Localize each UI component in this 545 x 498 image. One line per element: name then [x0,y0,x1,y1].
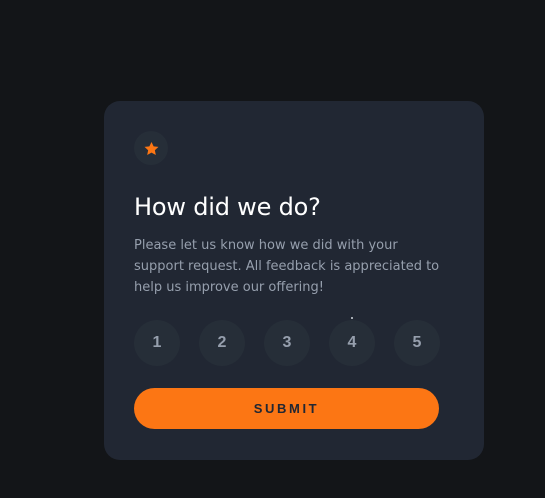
rating-button-2[interactable]: 2 [199,320,245,366]
rating-button-5[interactable]: 5 [394,320,440,366]
rating-button-4[interactable]: 4 [329,317,375,366]
card-description: Please let us know how we did with your … [134,238,440,295]
rating-label: 4 [347,334,357,351]
star-icon [144,141,158,155]
card-title: How did we do? [134,193,321,221]
rating-button-3[interactable]: 3 [264,320,310,366]
rating-label: 1 [152,334,162,351]
rating-label: 2 [217,334,227,351]
submit-button[interactable]: SUBMIT [134,388,439,429]
rating-label: 5 [412,334,422,351]
rating-card: How did we do? Please let us know how we… [104,101,484,460]
star-badge [134,131,168,165]
rating-label: 3 [282,334,292,351]
rating-button-1[interactable]: 1 [134,320,180,366]
focus-mark [351,317,353,319]
rating-options: 1 2 3 4 5 [134,317,440,366]
